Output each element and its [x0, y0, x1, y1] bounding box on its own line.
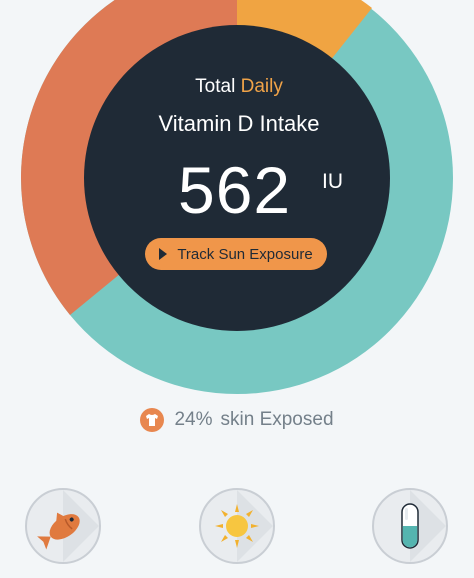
- intake-summary: Total Daily Vitamin D Intake 562 IU Trac…: [86, 20, 392, 336]
- intake-value: 562: [178, 153, 292, 227]
- play-icon: [159, 248, 168, 260]
- skin-label: skin Exposed: [220, 409, 334, 430]
- title-vitamin-d: Vitamin D Intake: [158, 111, 320, 136]
- intake-value-group: 562 IU: [86, 152, 392, 232]
- intake-unit: IU: [322, 170, 343, 193]
- fish-icon: [37, 490, 99, 562]
- pill-icon: [401, 490, 446, 562]
- sun-icon: [215, 490, 273, 562]
- shirt-icon: [140, 408, 165, 432]
- title-prefix: Total: [195, 76, 236, 97]
- track-button-label: Track Sun Exposure: [177, 245, 313, 263]
- supplement-source-button[interactable]: [372, 488, 448, 564]
- intake-donut: Total Daily Vitamin D Intake 562 IU Trac…: [0, 0, 474, 400]
- skin-exposure-status: 24% skin Exposed: [0, 407, 474, 433]
- skin-percent: 24%: [174, 409, 213, 430]
- fish-source-button[interactable]: [25, 488, 101, 564]
- title-total-daily: Total Daily: [86, 76, 392, 98]
- sun-source-button[interactable]: [199, 488, 275, 564]
- track-sun-exposure-button[interactable]: Track Sun Exposure: [145, 238, 327, 270]
- title-accent: Daily: [240, 76, 283, 97]
- vitamin-d-screen: Total Daily Vitamin D Intake 562 IU Trac…: [0, 0, 474, 578]
